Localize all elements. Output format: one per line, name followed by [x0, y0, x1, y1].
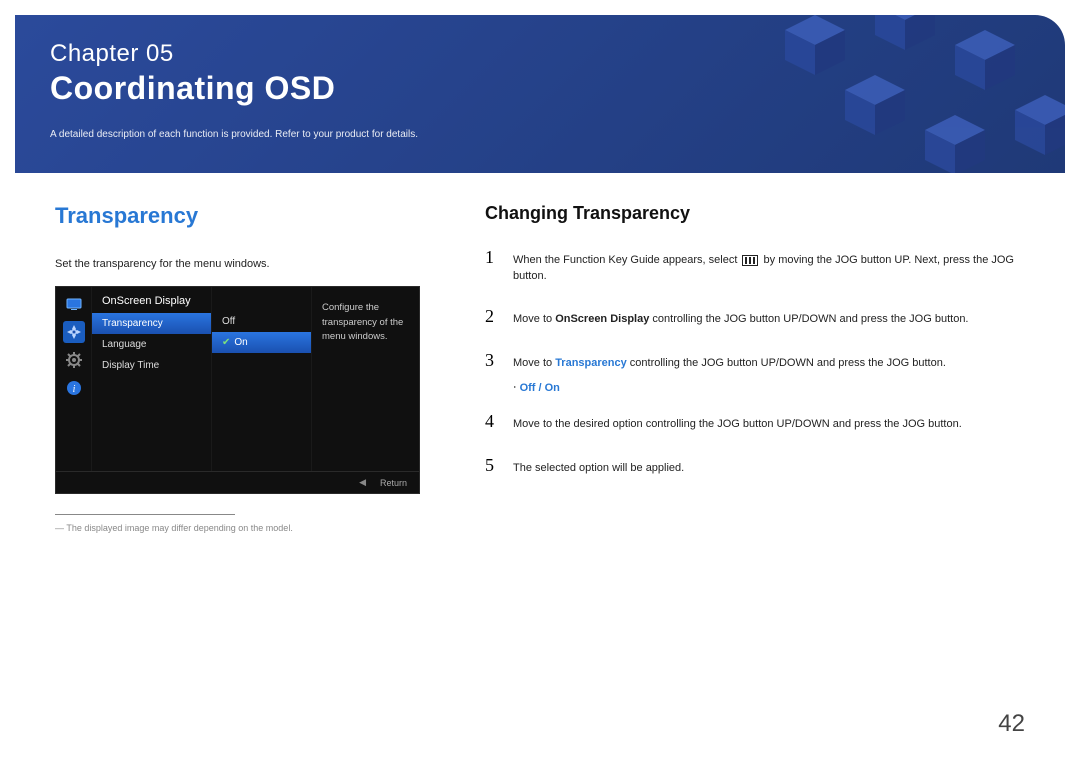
cube-pattern: [725, 15, 1065, 173]
step-number: 3: [485, 347, 499, 373]
osd-item-transparency: Transparency: [92, 313, 211, 334]
steps-list: 1 When the Function Key Guide appears, s…: [485, 244, 1040, 373]
osd-screenshot: i OnScreen Display Transparency Language…: [55, 286, 420, 494]
step-body: The selected option will be applied.: [513, 461, 1040, 477]
osd-menu-column: OnScreen Display Transparency Language D…: [92, 287, 212, 471]
step-number: 2: [485, 303, 499, 329]
osd-value-on: ✔On: [212, 332, 311, 353]
osd-item-displaytime: Display Time: [92, 355, 211, 376]
osd-values-column: Off ✔On: [212, 287, 312, 471]
intro-text: Set the transparency for the menu window…: [55, 257, 435, 272]
step-5: 5 The selected option will be applied.: [485, 452, 1040, 478]
steps-list-cont: 4 Move to the desired option controlling…: [485, 408, 1040, 478]
osd-item-language: Language: [92, 334, 211, 355]
menu-icon: [742, 255, 758, 266]
osd-info-icon: i: [63, 377, 85, 399]
step-2: 2 Move to OnScreen Display controlling t…: [485, 303, 1040, 329]
step-1: 1 When the Function Key Guide appears, s…: [485, 244, 1040, 285]
osd-value-off: Off: [212, 311, 311, 332]
return-label: Return: [380, 478, 407, 488]
step-4: 4 Move to the desired option controlling…: [485, 408, 1040, 434]
step-3: 3 Move to Transparency controlling the J…: [485, 347, 1040, 373]
step-body: Move to Transparency controlling the JOG…: [513, 356, 1040, 372]
osd-system-icon: [63, 349, 85, 371]
step-number: 4: [485, 408, 499, 434]
osd-picture-icon: [63, 293, 85, 315]
chapter-header: Chapter 05 Coordinating OSD A detailed d…: [15, 15, 1065, 173]
page-number: 42: [998, 710, 1025, 738]
check-icon: ✔: [222, 337, 230, 348]
osd-sidebar: i: [56, 287, 92, 471]
back-icon: ◀: [359, 477, 366, 488]
step-body: When the Function Key Guide appears, sel…: [513, 253, 1040, 285]
options-bullet: Off / On: [513, 381, 1040, 394]
osd-onscreen-icon: [63, 321, 85, 343]
step-number: 5: [485, 452, 499, 478]
section-heading-transparency: Transparency: [55, 203, 435, 229]
footnote: ― The displayed image may differ dependi…: [55, 523, 435, 533]
chapter-description: A detailed description of each function …: [50, 129, 1030, 140]
footnote-rule: [55, 514, 235, 515]
step-body: Move to the desired option controlling t…: [513, 417, 1040, 433]
svg-text:i: i: [72, 384, 75, 395]
osd-footer: ◀ Return: [56, 471, 419, 493]
osd-description: Configure the transparency of the menu w…: [312, 287, 419, 471]
step-body: Move to OnScreen Display controlling the…: [513, 312, 1040, 328]
osd-menu-header: OnScreen Display: [92, 291, 211, 313]
section-heading-changing: Changing Transparency: [485, 203, 1040, 224]
step-number: 1: [485, 244, 499, 270]
